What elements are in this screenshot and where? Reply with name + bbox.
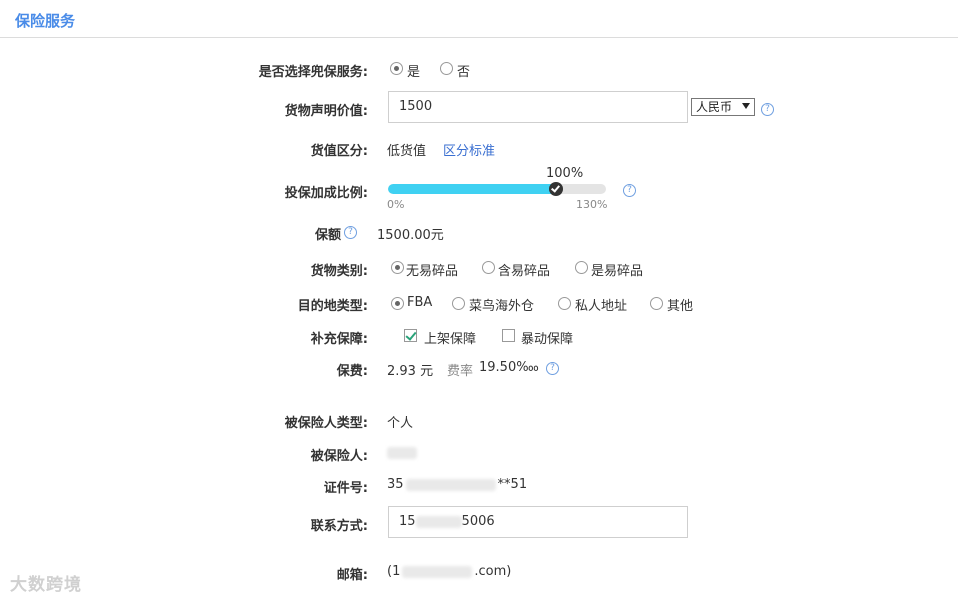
ratio-current-value: 100% bbox=[546, 166, 584, 181]
id-number-value: 35 **51 bbox=[387, 477, 528, 492]
destination-other-radio[interactable] bbox=[650, 297, 663, 310]
cargo-type-is-text: 是易碎品 bbox=[591, 264, 644, 279]
destination-cainiao-radio[interactable] bbox=[452, 297, 465, 310]
shelf-coverage-checkbox[interactable] bbox=[404, 329, 417, 342]
ratio-min-label: 0% bbox=[387, 198, 405, 211]
fee-rate-label: 费率 bbox=[447, 364, 474, 379]
fee-help-icon[interactable]: ? bbox=[546, 362, 559, 375]
choose-service-no-text: 否 bbox=[457, 65, 471, 80]
fee-rate-value: 19.50‱ bbox=[479, 360, 539, 375]
ratio-slider-fill bbox=[388, 184, 556, 194]
choose-service-yes-radio[interactable] bbox=[390, 62, 403, 75]
insured-type-value: 个人 bbox=[387, 416, 414, 431]
amount-value: 1500.00元 bbox=[377, 228, 444, 243]
cargo-type-is-radio[interactable] bbox=[575, 261, 588, 274]
currency-select-value: 人民币 bbox=[696, 100, 733, 114]
value-class-value: 低货值 bbox=[387, 144, 427, 159]
destination-fba-text: FBA bbox=[407, 295, 433, 310]
cargo-type-none-text: 无易碎品 bbox=[406, 264, 459, 279]
destination-fba-radio[interactable] bbox=[391, 297, 404, 310]
destination-private-text: 私人地址 bbox=[575, 299, 628, 314]
declared-value-label: 货物声明价值: bbox=[284, 104, 368, 119]
cargo-type-none-radio[interactable] bbox=[391, 261, 404, 274]
section-title: 保险服务 bbox=[15, 12, 76, 30]
amount-label: 保额 bbox=[314, 228, 341, 243]
extra-coverage-label: 补充保障: bbox=[310, 332, 368, 347]
destination-private-radio[interactable] bbox=[558, 297, 571, 310]
value-class-standard-link[interactable]: 区分标准 bbox=[443, 140, 495, 159]
riot-coverage-checkbox[interactable] bbox=[502, 329, 515, 342]
destination-cainiao-text: 菜鸟海外仓 bbox=[469, 299, 535, 314]
chevron-down-icon bbox=[742, 103, 750, 109]
choose-service-no-radio[interactable] bbox=[440, 62, 453, 75]
value-class-label: 货值区分: bbox=[310, 144, 368, 159]
declared-value-input[interactable]: 1500 bbox=[388, 91, 688, 123]
section-header: 保险服务 bbox=[0, 0, 958, 38]
email-value: (1 .com) bbox=[387, 564, 512, 579]
ratio-max-label: 130% bbox=[576, 198, 608, 211]
fee-label: 保费: bbox=[336, 364, 368, 379]
id-number-label: 证件号: bbox=[323, 481, 368, 496]
cargo-type-contains-text: 含易碎品 bbox=[498, 264, 551, 279]
destination-label: 目的地类型: bbox=[297, 299, 368, 314]
ratio-label: 投保加成比例: bbox=[284, 186, 368, 201]
ratio-slider-track[interactable] bbox=[388, 184, 606, 194]
insured-label: 被保险人: bbox=[310, 449, 368, 464]
destination-other-text: 其他 bbox=[667, 299, 694, 314]
ratio-slider-handle[interactable] bbox=[548, 182, 563, 196]
declared-value-help-icon[interactable]: ? bbox=[761, 103, 774, 116]
amount-help-icon[interactable]: ? bbox=[344, 226, 357, 239]
watermark-logo: 大数跨境 bbox=[10, 575, 82, 595]
contact-input[interactable]: 15 5006 bbox=[388, 506, 688, 538]
contact-label: 联系方式: bbox=[310, 519, 368, 534]
ratio-help-icon[interactable]: ? bbox=[623, 184, 636, 197]
fee-value: 2.93 元 bbox=[387, 364, 434, 379]
choose-service-yes-text: 是 bbox=[407, 65, 421, 80]
insured-type-label: 被保险人类型: bbox=[284, 416, 368, 431]
cargo-type-label: 货物类别: bbox=[310, 264, 368, 279]
choose-service-label: 是否选择兜保服务: bbox=[258, 65, 368, 80]
currency-select[interactable]: 人民币 bbox=[691, 98, 755, 116]
riot-coverage-text: 暴动保障 bbox=[521, 332, 574, 347]
insured-value bbox=[387, 445, 417, 460]
shelf-coverage-text: 上架保障 bbox=[424, 332, 477, 347]
header-divider bbox=[0, 37, 958, 38]
cargo-type-contains-radio[interactable] bbox=[482, 261, 495, 274]
